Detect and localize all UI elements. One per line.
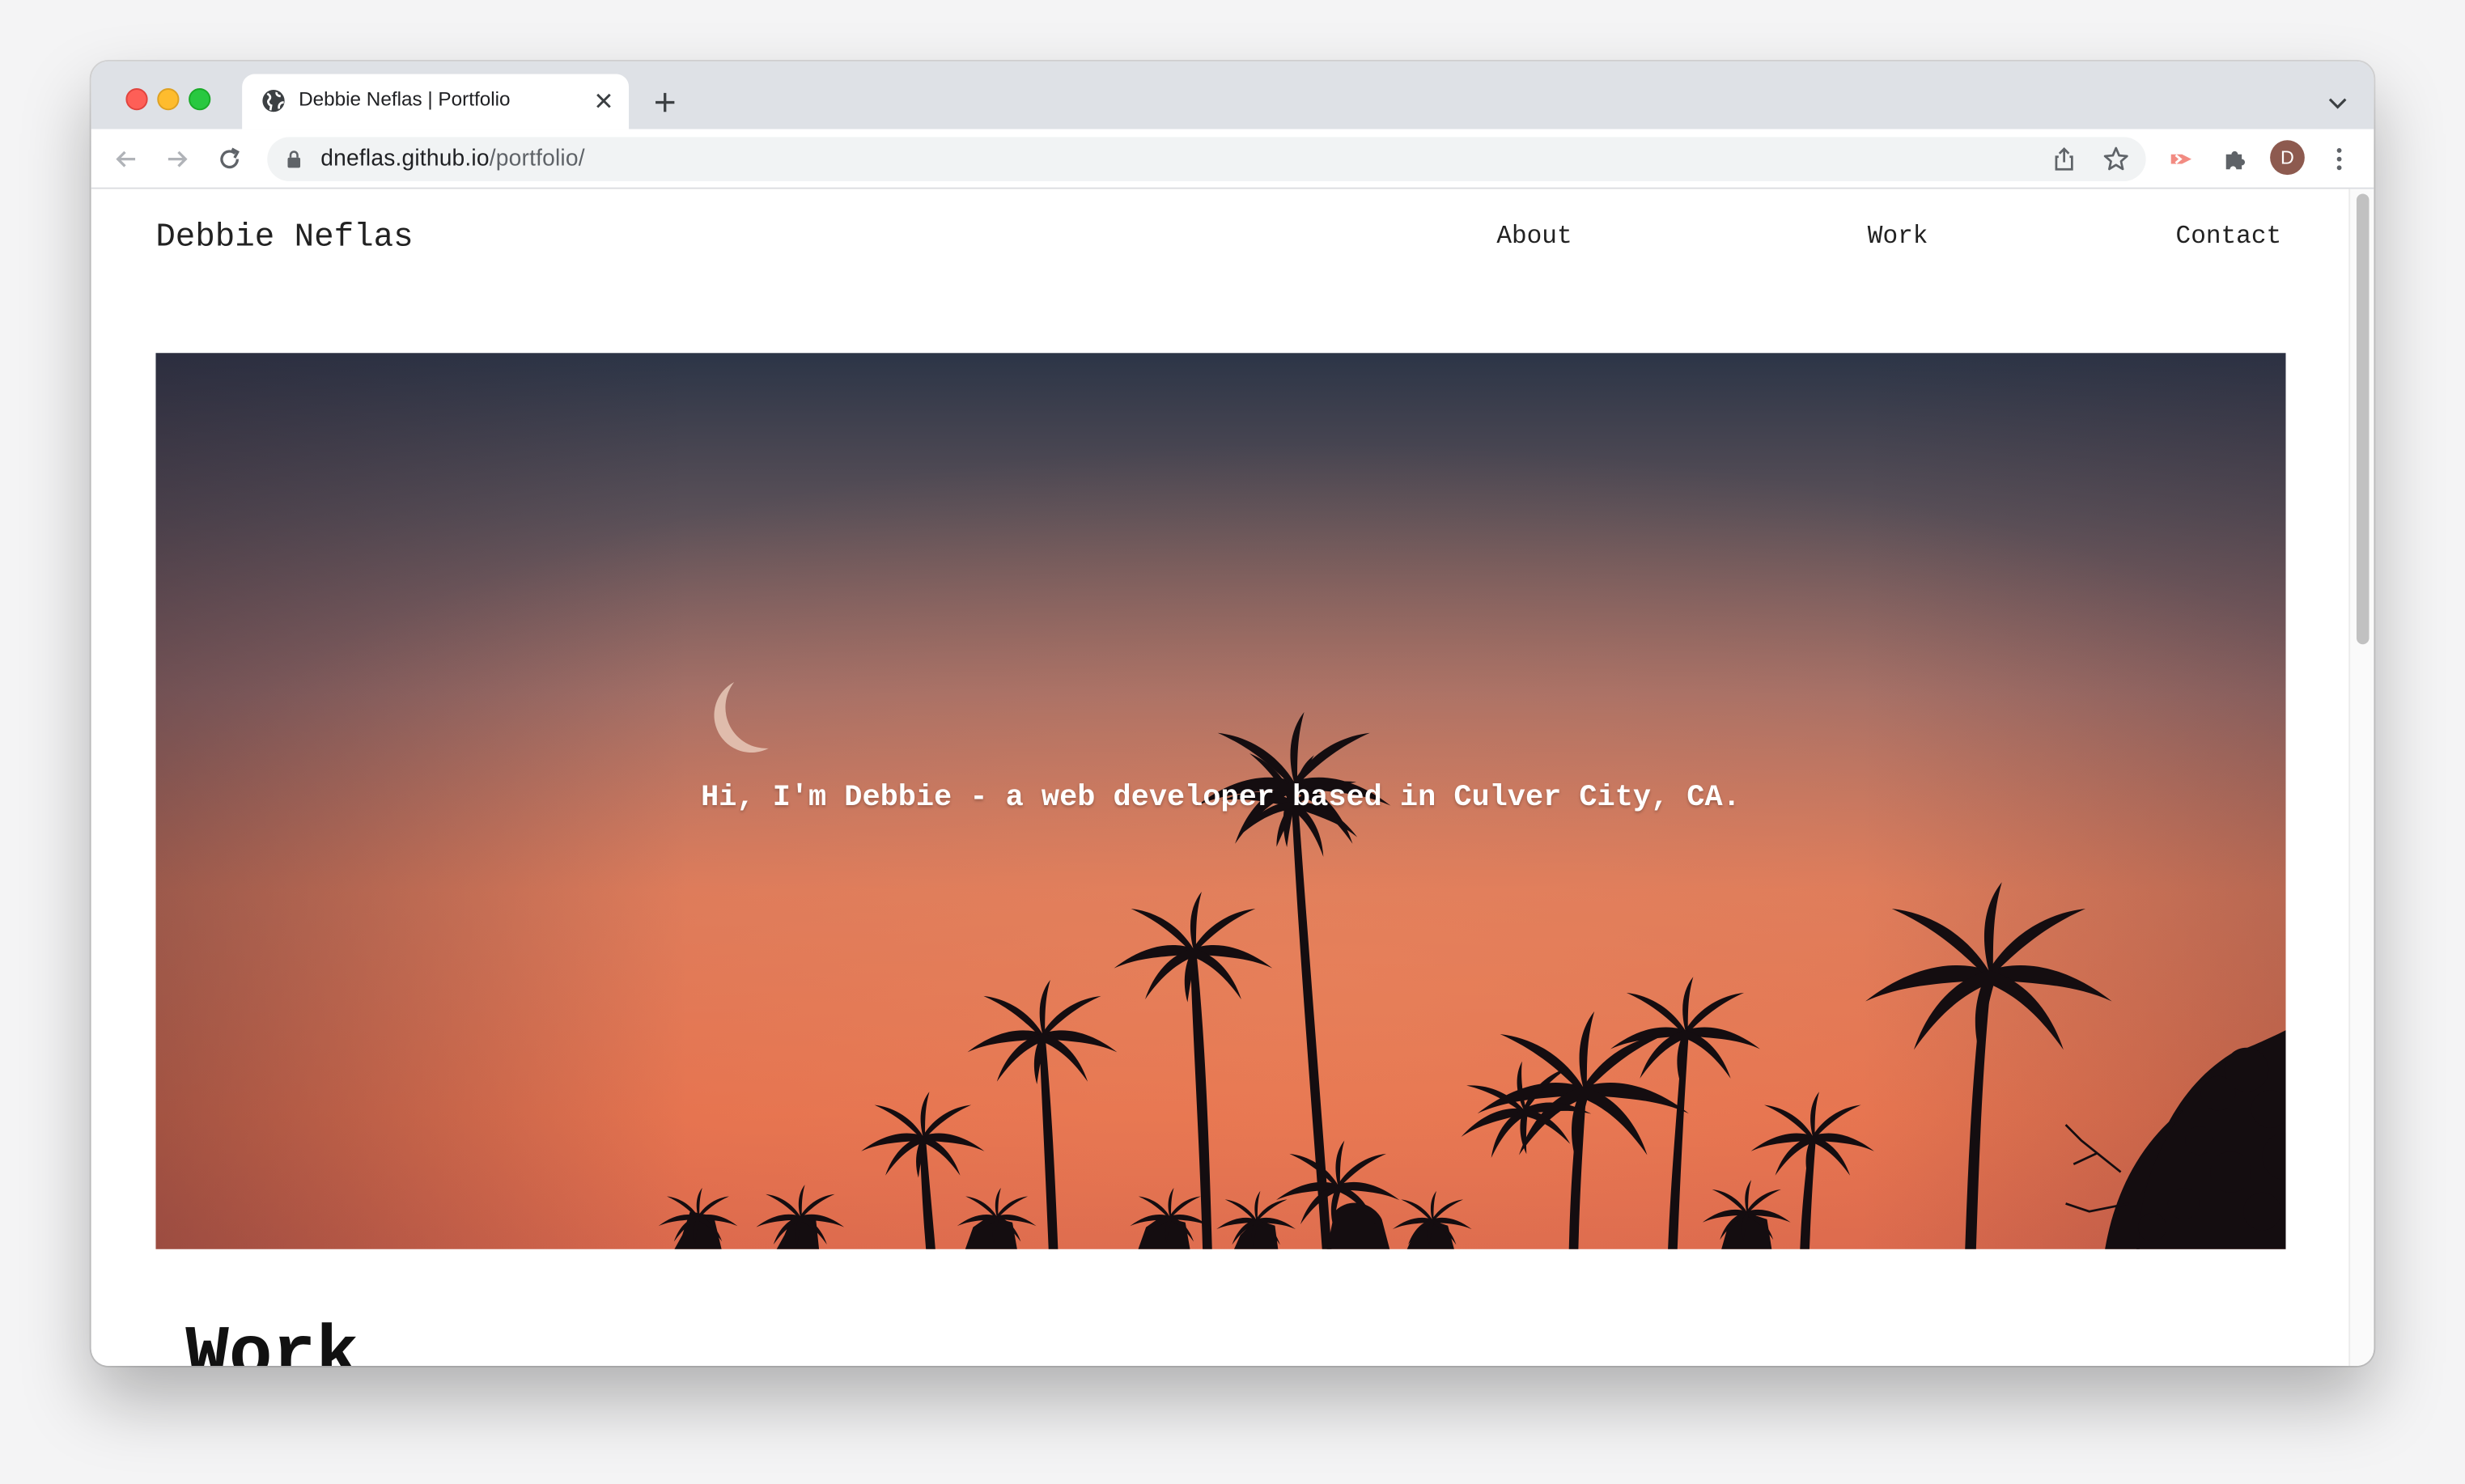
more-icon[interactable]: [2325, 145, 2353, 173]
minimize-window-button[interactable]: [157, 88, 180, 111]
fullscreen-window-button[interactable]: [189, 88, 211, 111]
close-window-button[interactable]: [125, 88, 148, 111]
lock-icon[interactable]: [286, 150, 302, 168]
url-path: /portfolio/: [489, 146, 585, 172]
forward-icon[interactable]: [163, 145, 192, 173]
profile-avatar[interactable]: D: [2270, 140, 2305, 176]
extension-icon[interactable]: [2168, 145, 2196, 173]
page-viewport: Debbie Neflas About Work Contact Hi, I'm…: [91, 189, 2374, 1366]
globe-icon: [262, 89, 285, 112]
scrollbar[interactable]: [2348, 189, 2374, 1366]
nav-link-work[interactable]: Work: [1868, 223, 1928, 251]
url-host: dneflas.github.io: [320, 146, 490, 172]
tab-strip: Debbie Neflas | Portfolio: [91, 61, 2374, 129]
hero-banner: Hi, I'm Debbie - a web developer based i…: [155, 353, 2286, 1249]
close-icon[interactable]: [594, 91, 613, 110]
back-icon[interactable]: [112, 145, 140, 173]
nav-link-about[interactable]: About: [1496, 223, 1572, 251]
browser-tab[interactable]: Debbie Neflas | Portfolio: [242, 74, 630, 129]
reload-icon[interactable]: [215, 145, 244, 173]
work-section-heading: Work: [185, 1315, 359, 1366]
chevron-down-icon[interactable]: [2327, 91, 2348, 113]
site-name[interactable]: Debbie Neflas: [155, 221, 413, 257]
browser-window: Debbie Neflas | Portfolio dneflas.github…: [91, 61, 2374, 1366]
scrollbar-thumb[interactable]: [2356, 193, 2370, 645]
hero-tagline: Hi, I'm Debbie - a web developer based i…: [701, 779, 1741, 815]
url-text: dneflas.github.io/portfolio/: [320, 146, 584, 172]
star-icon[interactable]: [2102, 145, 2130, 173]
browser-toolbar: dneflas.github.io/portfolio/ D: [91, 129, 2374, 189]
tab-title: Debbie Neflas | Portfolio: [299, 88, 511, 111]
puzzle-icon[interactable]: [2221, 145, 2250, 173]
address-bar[interactable]: dneflas.github.io/portfolio/: [267, 137, 2146, 181]
nav-link-contact[interactable]: Contact: [2176, 223, 2282, 251]
plus-icon[interactable]: [652, 90, 677, 115]
share-icon[interactable]: [2050, 145, 2078, 173]
